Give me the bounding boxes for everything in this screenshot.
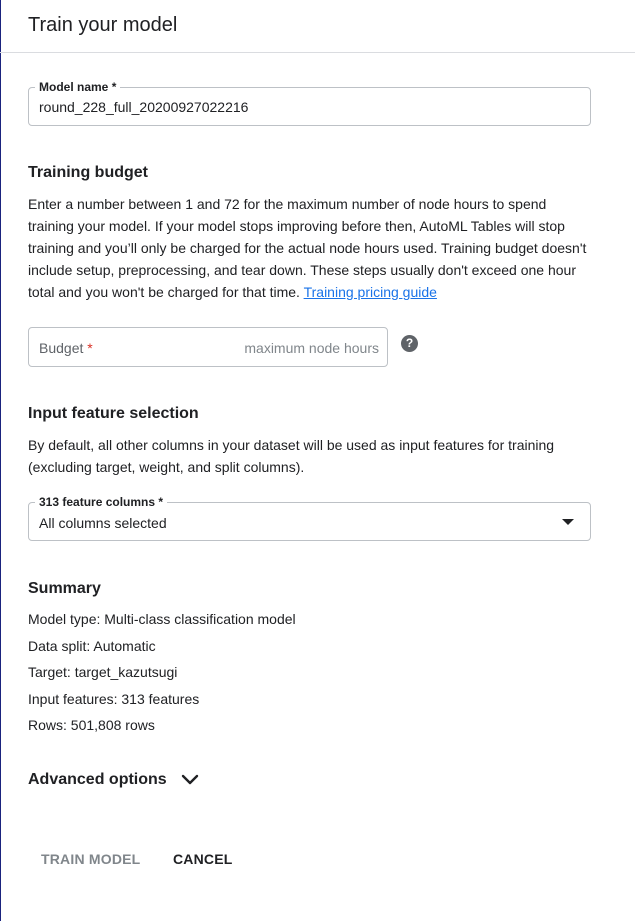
panel-header: Train your model — [0, 0, 635, 53]
training-budget-description: Enter a number between 1 and 72 for the … — [28, 196, 587, 300]
chevron-down-icon — [181, 774, 198, 785]
advanced-options-label: Advanced options — [28, 771, 167, 788]
feature-columns-selected-value: All columns selected — [39, 515, 167, 531]
page-title: Train your model — [28, 14, 178, 36]
dropdown-arrow-icon[interactable] — [562, 519, 574, 525]
budget-label: Budget * — [39, 340, 93, 356]
summary-target: Target: target_kazutsugi — [28, 664, 178, 680]
budget-field[interactable]: Budget * maximum node hours — [28, 327, 388, 367]
model-name-label: Model name * — [35, 79, 121, 95]
summary-rows: Rows: 501,808 rows — [28, 717, 155, 733]
model-name-input[interactable]: round_228_full_20200927022216 — [39, 98, 248, 116]
train-model-button[interactable]: TRAIN MODEL — [41, 848, 140, 870]
advanced-options-toggle[interactable]: Advanced options — [28, 769, 199, 791]
feature-columns-select[interactable]: 313 feature columns * All columns select… — [28, 494, 591, 541]
required-asterisk: * — [87, 340, 93, 356]
feature-columns-label: 313 feature columns * — [35, 494, 168, 510]
training-pricing-guide-link[interactable]: Training pricing guide — [304, 284, 437, 300]
model-name-field[interactable]: Model name * round_228_full_202009270222… — [28, 79, 591, 126]
input-feature-selection-description: By default, all other columns in your da… — [28, 437, 555, 475]
input-feature-selection-heading: Input feature selection — [28, 405, 199, 422]
training-budget-heading: Training budget — [28, 164, 148, 181]
summary-data-split: Data split: Automatic — [28, 638, 156, 654]
help-icon[interactable]: ? — [401, 335, 418, 352]
cancel-button[interactable]: CANCEL — [173, 848, 233, 870]
panel-edge — [0, 0, 1, 921]
summary-heading: Summary — [28, 580, 101, 597]
train-model-panel: Train your model Model name * round_228_… — [0, 0, 635, 921]
summary-input-features: Input features: 313 features — [28, 691, 200, 707]
budget-input-hint: maximum node hours — [244, 340, 379, 356]
summary-model-type: Model type: Multi-class classification m… — [28, 611, 296, 627]
